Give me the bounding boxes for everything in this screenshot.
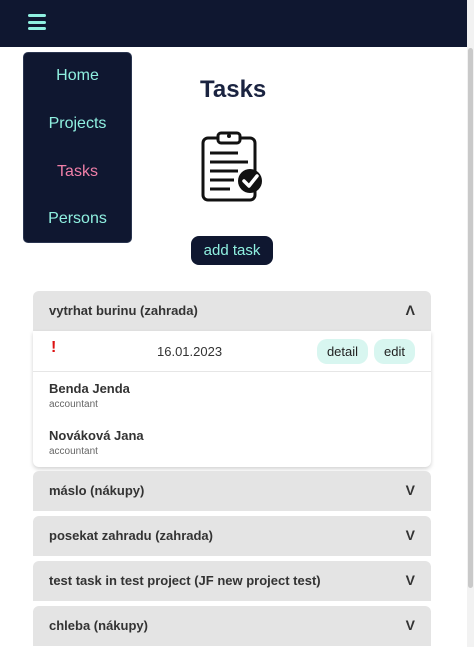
add-task-button[interactable]: add task — [191, 236, 273, 265]
nav-item-persons[interactable]: Persons — [24, 210, 131, 228]
chevron-down-icon[interactable]: V — [406, 527, 415, 543]
task-header[interactable]: posekat zahradu (zahrada) V — [33, 516, 431, 556]
hamburger-icon[interactable] — [28, 14, 46, 30]
assigned-person: Nováková Jana accountant — [49, 428, 144, 457]
edit-button[interactable]: edit — [374, 339, 415, 364]
nav-item-projects[interactable]: Projects — [24, 115, 131, 133]
person-role: accountant — [49, 446, 98, 457]
task-title: posekat zahradu (zahrada) — [49, 528, 213, 543]
chevron-down-icon[interactable]: V — [406, 617, 415, 633]
chevron-down-icon[interactable]: V — [406, 572, 415, 588]
nav-menu: Home Projects Tasks Persons — [23, 52, 132, 243]
task-detail-panel: ! 16.01.2023 detail edit Benda Jenda acc… — [33, 331, 431, 467]
scrollbar[interactable] — [467, 0, 474, 647]
task-header[interactable]: test task in test project (JF new projec… — [33, 561, 431, 601]
task-title: test task in test project (JF new projec… — [49, 573, 321, 588]
nav-item-tasks[interactable]: Tasks — [24, 163, 131, 181]
task-info-row: ! 16.01.2023 detail edit — [33, 331, 431, 372]
task-title: chleba (nákupy) — [49, 618, 148, 633]
task-header[interactable]: vytrhat burinu (zahrada) Λ — [33, 291, 431, 331]
task-header[interactable]: chleba (nákupy) V — [33, 606, 431, 646]
nav-item-home[interactable]: Home — [24, 67, 131, 85]
top-bar — [0, 0, 467, 47]
detail-button[interactable]: detail — [317, 339, 368, 364]
task-header[interactable]: máslo (nákupy) V — [33, 471, 431, 511]
chevron-up-icon[interactable]: Λ — [406, 302, 415, 318]
priority-icon: ! — [51, 339, 57, 356]
assigned-person: Benda Jenda accountant — [49, 381, 130, 410]
task-title: vytrhat burinu (zahrada) — [49, 303, 198, 318]
person-name: Benda Jenda — [49, 381, 130, 396]
page-title: Tasks — [200, 76, 267, 103]
task-date: 16.01.2023 — [157, 344, 223, 359]
person-role: accountant — [49, 399, 98, 410]
chevron-down-icon[interactable]: V — [406, 482, 415, 498]
task-title: máslo (nákupy) — [49, 483, 145, 498]
clipboard-check-icon — [201, 131, 262, 202]
person-name: Nováková Jana — [49, 428, 144, 443]
